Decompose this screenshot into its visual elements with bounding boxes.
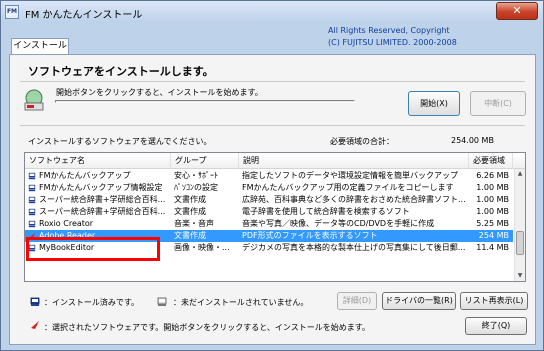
page-title: ソフトウェアをインストールします。 (28, 65, 214, 78)
software-group: 文書作成 (174, 231, 206, 240)
software-description: 音楽や写真／映像、データ等のCD/DVDを手軽に作成 (242, 219, 435, 228)
software-size: 1.00 MB (476, 207, 509, 216)
software-name: Roxio Creator (39, 219, 94, 228)
software-name: スーパー統合辞書+学研総合百科... (39, 195, 166, 204)
software-size: 11.4 MB (476, 243, 509, 252)
copyright-line-1: All Rights Reserved, Copyright (328, 26, 450, 35)
driver-list-button[interactable]: ドライバの一覧(R) (382, 292, 456, 310)
total-size-value: 254.00 MB (451, 136, 494, 145)
software-name: FMかんたんバックアップ情報設定 (39, 183, 163, 192)
column-header-description[interactable]: 説明 (239, 153, 469, 169)
installer-window: FM FM かんたんインストール ✕ All Rights Reserved, … (0, 0, 544, 351)
software-group: 音楽・音声 (174, 219, 214, 228)
legend-selected-text: ：選択されたソフトウェアです。開始ボタンをクリックすると、インストールを始めます… (44, 323, 370, 332)
divider (20, 81, 525, 82)
list-item[interactable]: FMかんたんバックアップ 安心・ｻﾎﾟｰﾄ 指定したソフトのデータや環境設定情報を簡… (25, 170, 513, 182)
stop-button[interactable]: 中断(C) (470, 91, 526, 116)
software-group: 文書作成 (174, 207, 206, 216)
list-item[interactable]: FMかんたんバックアップ情報設定 ﾊﾟｿｺﾝの設定 FMかんたんバックアップ用の定義… (25, 182, 513, 194)
install-instruction: 開始ボタンをクリックすると、インストールを始めます。 (56, 88, 263, 97)
software-size: 254 MB (478, 231, 509, 240)
title-bar: FM FM かんたんインストール ✕ (1, 1, 543, 23)
software-group: ﾊﾟｿｺﾝの設定 (174, 183, 218, 192)
software-group: 安心・ｻﾎﾟｰﾄ (174, 171, 218, 180)
highlight-annotation (26, 237, 160, 261)
software-group: 文書作成 (174, 195, 206, 204)
window-title: FM かんたんインストール (25, 10, 143, 21)
total-size-label: 必要領域の合計： (330, 137, 394, 146)
copyright-notice: All Rights Reserved, Copyright (C) FUJIT… (328, 25, 457, 49)
close-button[interactable]: ✕ (496, 2, 538, 20)
list-item[interactable]: Roxio Creator 音楽・音声 音楽や写真／映像、データ等のCD/DVDを手… (25, 218, 513, 230)
select-prompt: インストールするソフトウェアを選んでください。 (28, 137, 212, 146)
software-description: 電子辞書を使用して統合辞書を検索するソフト (242, 207, 410, 216)
list-item[interactable]: スーパー統合辞書+学研総合百科... 文書作成 広辞苑、百科事典など多くの辞書をおさ… (25, 194, 513, 206)
selected-check-icon (31, 321, 39, 329)
divider (20, 125, 525, 126)
software-description: FMかんたんバックアップ用の定義ファイルをコピーします (242, 183, 454, 192)
progress-bar (55, 100, 355, 103)
tab-install[interactable]: インストール (11, 38, 69, 55)
not-installed-icon (157, 297, 167, 306)
software-name: FMかんたんバックアップ (39, 171, 131, 180)
software-size: 1.00 MB (476, 195, 509, 204)
install-icon (24, 89, 44, 111)
software-list[interactable]: ソフトウェア名 グループ 説明 必要領域 FMかんたんバックアップ 安心・ｻﾎﾟｰ… (24, 152, 526, 282)
column-header-name[interactable]: ソフトウェア名 (25, 153, 171, 169)
software-description: デジカメの写真を本格的な製本仕上げの写真集にして後日郵... (242, 243, 466, 252)
column-header-size[interactable]: 必要領域 (469, 153, 513, 169)
list-header: ソフトウェア名 グループ 説明 必要領域 (25, 153, 525, 169)
scroll-down-icon[interactable]: ▼ (515, 271, 525, 281)
software-description: 広辞苑、百科事典など多くの辞書をおさめた統合辞書ソフト... (242, 195, 466, 204)
software-size: 5.25 MB (476, 219, 509, 228)
scroll-thumb[interactable] (516, 231, 524, 255)
installed-icon (30, 297, 40, 306)
detail-button[interactable]: 詳細(D) (337, 292, 377, 310)
software-name: スーパー統合辞書+学研総合百科... (39, 207, 166, 216)
software-size: 6.26 MB (476, 171, 509, 180)
legend-not-installed-text: ：未だインストールされていません。 (173, 298, 309, 307)
software-group: 画像・映像・... (174, 243, 230, 252)
scroll-up-icon[interactable]: ▲ (515, 169, 525, 179)
list-item[interactable]: スーパー統合辞書+学研総合百科... 文書作成 電子辞書を使用して統合辞書を検索する… (25, 206, 513, 218)
app-icon: FM (5, 5, 19, 19)
exit-button[interactable]: 終了(Q) (465, 317, 527, 335)
copyright-line-2: (C) FUJITSU LIMITED. 2000-2008 (328, 38, 457, 47)
legend-installed-text: ：インストール済みです。 (44, 298, 140, 307)
column-header-group[interactable]: グループ (171, 153, 239, 169)
list-scrollbar[interactable]: ▲ ▼ (514, 169, 525, 281)
software-description: 指定したソフトのデータや環境設定情報を簡単バックアップ (242, 171, 458, 180)
refresh-list-button[interactable]: リスト再表示(L) (460, 292, 528, 310)
software-size: 1.00 MB (476, 183, 509, 192)
software-description: PDF形式のファイルを表示するソフト (242, 231, 378, 240)
install-panel: ソフトウェアをインストールします。 開始ボタンをクリックすると、インストールを始… (9, 54, 536, 345)
start-button[interactable]: 開始(X) (408, 91, 460, 116)
